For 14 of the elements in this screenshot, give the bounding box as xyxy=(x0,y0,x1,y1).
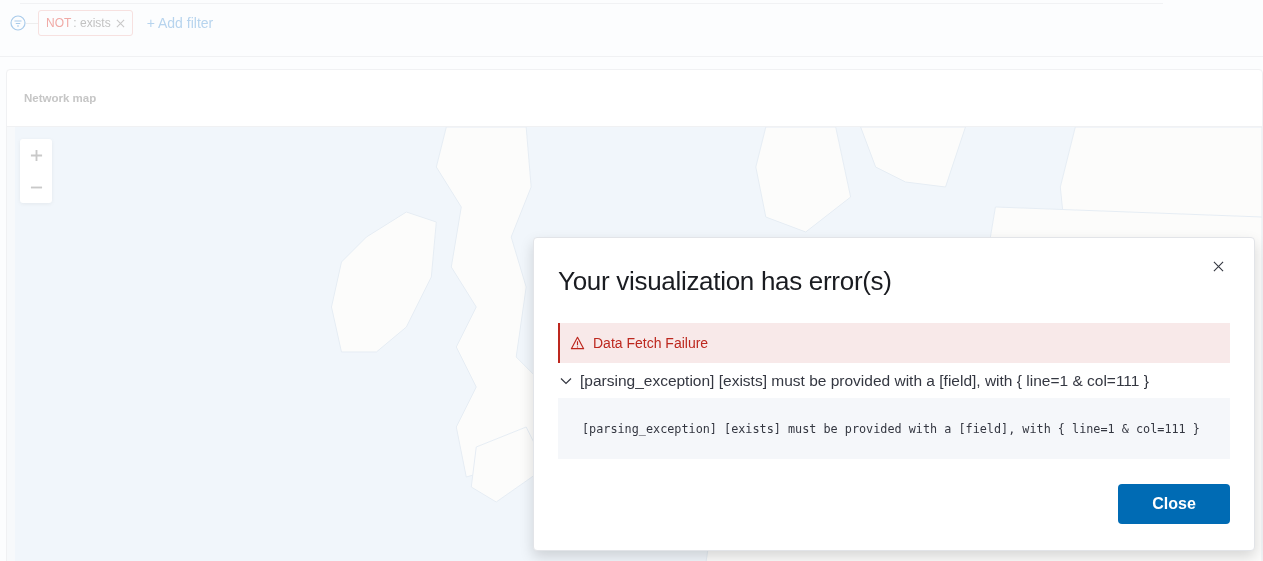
filter-icon[interactable] xyxy=(10,15,26,31)
error-accordion-toggle[interactable]: [parsing_exception] [exists] must be provided with a [field], with { line=1 & col=111 } xyxy=(558,363,1149,398)
panel-title: Network map xyxy=(24,92,97,104)
warning-icon xyxy=(570,336,585,350)
callout-title: Data Fetch Failure xyxy=(593,335,709,351)
chevron-icon xyxy=(560,376,572,385)
close-button[interactable]: Close xyxy=(1118,484,1230,524)
filter-label: : exists xyxy=(73,16,111,30)
negation-label: NOT xyxy=(46,16,72,30)
remove-icon[interactable] xyxy=(115,18,125,28)
close-icon[interactable] xyxy=(1213,261,1224,272)
error-text: [parsing_exception] [exists] must be provided with a [field], with { line=1 & col=111 } xyxy=(582,421,1200,436)
dialog-title: Your visualization has error(s) xyxy=(558,266,892,297)
zoom-in-icon[interactable] xyxy=(29,148,43,162)
